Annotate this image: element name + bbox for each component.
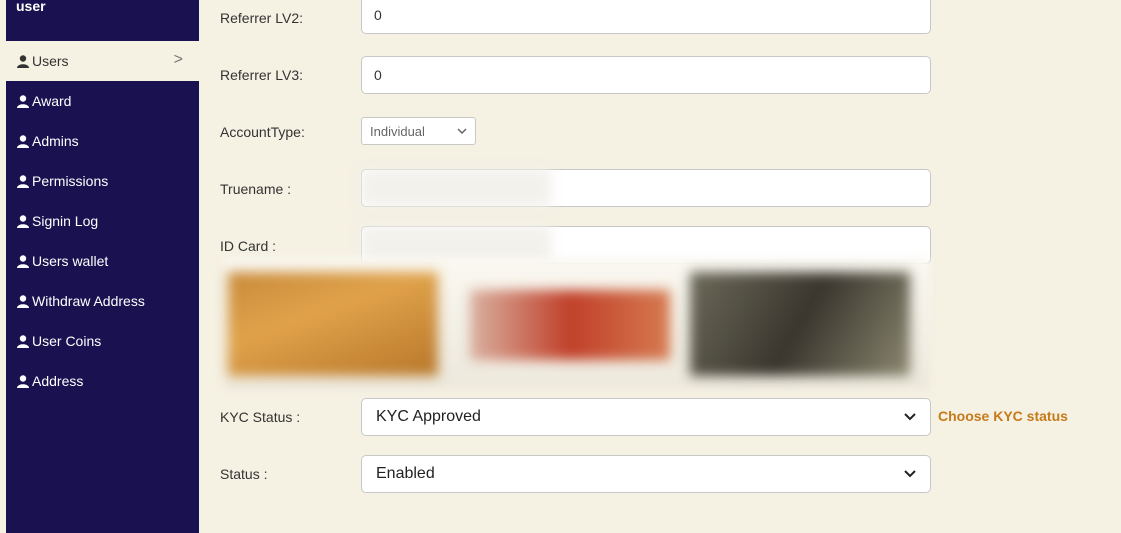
sidebar-item-users-wallet[interactable]: Users wallet bbox=[6, 241, 199, 281]
user-icon bbox=[17, 55, 29, 68]
sidebar-item-signin-log[interactable]: Signin Log bbox=[6, 201, 199, 241]
sidebar-item-user-coins[interactable]: User Coins bbox=[6, 321, 199, 361]
sidebar: user Users > Award Admins Permissions Si… bbox=[6, 0, 199, 533]
account-type-value: Individual bbox=[370, 123, 425, 139]
account-type-select[interactable]: Individual bbox=[361, 117, 476, 145]
chevron-down-icon bbox=[904, 470, 916, 478]
sidebar-item-label: Admins bbox=[32, 133, 79, 149]
user-icon bbox=[17, 175, 29, 188]
user-icon bbox=[17, 335, 29, 348]
kyc-status-hint: Choose KYC status bbox=[938, 408, 1068, 424]
sidebar-item-label: Permissions bbox=[32, 173, 109, 189]
referrer-lv2-input[interactable]: 0 bbox=[361, 0, 931, 34]
id-photo-3 bbox=[690, 272, 910, 376]
sidebar-item-award[interactable]: Award bbox=[6, 81, 199, 121]
id-photo-2 bbox=[470, 290, 670, 360]
status-select[interactable]: Enabled bbox=[361, 455, 931, 493]
sidebar-item-permissions[interactable]: Permissions bbox=[6, 161, 199, 201]
status-label: Status : bbox=[220, 466, 268, 482]
sidebar-item-label: Award bbox=[32, 93, 72, 109]
sidebar-item-label: Signin Log bbox=[32, 213, 99, 229]
sidebar-title: user bbox=[16, 0, 46, 14]
user-icon bbox=[17, 135, 29, 148]
chevron-down-icon bbox=[457, 128, 467, 134]
user-icon bbox=[17, 215, 29, 228]
sidebar-item-label: Users wallet bbox=[32, 253, 109, 269]
sidebar-item-users[interactable]: Users > bbox=[6, 41, 199, 81]
status-value: Enabled bbox=[376, 465, 435, 482]
chevron-right-icon: > bbox=[173, 51, 183, 68]
account-type-label: AccountType: bbox=[220, 124, 305, 140]
sidebar-item-withdraw-address[interactable]: Withdraw Address bbox=[6, 281, 199, 321]
referrer-lv3-input[interactable]: 0 bbox=[361, 56, 931, 94]
sidebar-item-address[interactable]: Address bbox=[6, 361, 199, 401]
kyc-status-label: KYC Status : bbox=[220, 409, 301, 425]
user-icon bbox=[17, 255, 29, 268]
referrer-lv2-label: Referrer LV2: bbox=[220, 10, 303, 26]
chevron-down-icon bbox=[904, 413, 916, 421]
sidebar-item-label: Users bbox=[32, 53, 69, 69]
truename-label: Truename : bbox=[220, 181, 292, 197]
sidebar-item-label: Withdraw Address bbox=[32, 293, 145, 309]
kyc-status-select[interactable]: KYC Approved bbox=[361, 398, 931, 436]
id-card-label: ID Card : bbox=[220, 238, 277, 254]
id-photo-1 bbox=[228, 272, 438, 376]
referrer-lv3-label: Referrer LV3: bbox=[220, 67, 303, 83]
user-icon bbox=[17, 95, 29, 108]
redacted-overlay bbox=[361, 169, 551, 207]
sidebar-item-label: User Coins bbox=[32, 333, 102, 349]
sidebar-item-admins[interactable]: Admins bbox=[6, 121, 199, 161]
sidebar-item-label: Address bbox=[32, 373, 84, 389]
kyc-status-value: KYC Approved bbox=[376, 408, 481, 425]
user-icon bbox=[17, 295, 29, 308]
user-icon bbox=[17, 375, 29, 388]
